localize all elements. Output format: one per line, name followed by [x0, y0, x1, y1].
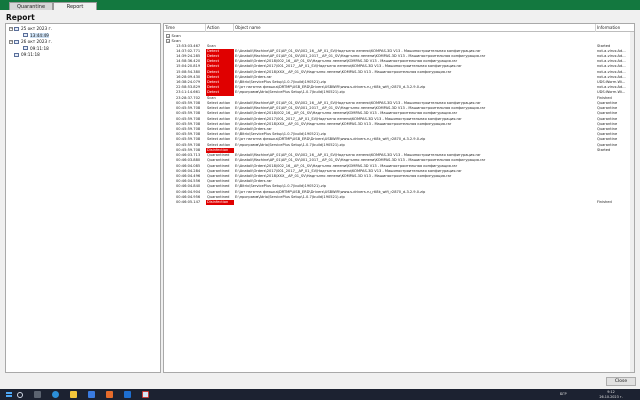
collapse-icon[interactable]: − [9, 26, 13, 31]
report-icon [23, 46, 28, 50]
table-row[interactable]: 00:46:05.147 Disinfection Finished [164, 200, 634, 206]
page-title: Report [6, 13, 35, 22]
tree-node-time[interactable]: 13:44:49 [23, 32, 49, 39]
object-name-cell [234, 200, 594, 205]
app-window: Quarantine Report Report −25 окт 2023 г.… [0, 0, 640, 400]
tree-node-date[interactable]: −25 окт 2023 г. [9, 26, 52, 32]
taskbar: БГР 9:12 26.10.2023 г. [0, 389, 640, 400]
app-icon[interactable] [88, 391, 95, 398]
tree-node-time[interactable]: 09:11:18 [23, 46, 49, 52]
vertical-scrollbar[interactable] [630, 32, 634, 372]
report-table: Time Action Object name Information − Sca… [163, 23, 635, 373]
search-icon[interactable] [17, 391, 23, 398]
clock[interactable]: 9:12 26.10.2023 г. [596, 390, 626, 400]
app-icon[interactable] [124, 391, 131, 398]
column-header-action[interactable]: Action [206, 24, 234, 32]
windows-start-icon[interactable] [6, 391, 12, 398]
close-button[interactable]: Close [606, 377, 636, 386]
time-cell: 00:46:05.147 [176, 200, 201, 205]
collapse-icon[interactable]: − [9, 39, 13, 44]
browser-icon[interactable] [106, 391, 113, 398]
tab-strip: Quarantine Report [0, 0, 640, 10]
report-icon [14, 52, 19, 57]
tray-lang[interactable]: БГР [560, 389, 567, 400]
scan-group[interactable]: − Scan [166, 38, 181, 43]
tree-node-date[interactable]: −26 окт 2023 г. [9, 39, 52, 45]
action-cell: Disinfection [206, 200, 234, 206]
calendar-icon [14, 39, 19, 44]
column-header-time[interactable]: Time [164, 24, 206, 32]
tree-node-time[interactable]: 09:11:18 [14, 52, 40, 58]
calendar-icon [14, 26, 19, 31]
collapse-icon[interactable]: − [166, 39, 170, 43]
task-view-icon[interactable] [34, 391, 41, 398]
report-icon [23, 33, 28, 37]
table-header: Time Action Object name Information [164, 24, 634, 32]
column-header-object[interactable]: Object name [234, 24, 596, 32]
explorer-icon[interactable] [70, 391, 77, 398]
kvrt-icon[interactable] [142, 391, 149, 398]
column-header-info[interactable]: Information [596, 24, 634, 32]
report-tree: −25 окт 2023 г. 13:44:49 −26 окт 2023 г.… [5, 23, 161, 373]
tab-quarantine[interactable]: Quarantine [9, 2, 53, 10]
edge-icon[interactable] [52, 391, 59, 398]
tab-report[interactable]: Report [53, 2, 97, 10]
